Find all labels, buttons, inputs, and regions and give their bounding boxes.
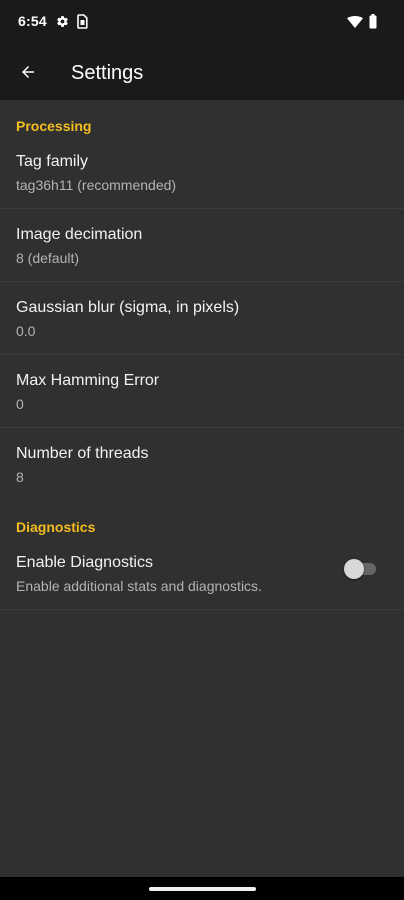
- pref-gaussian-blur[interactable]: Gaussian blur (sigma, in pixels) 0.0: [0, 299, 404, 355]
- toggle-thumb: [344, 559, 364, 579]
- pref-image-decimation[interactable]: Image decimation 8 (default): [0, 226, 404, 282]
- sim-card-icon: [77, 14, 88, 29]
- pref-title: Number of threads: [16, 445, 149, 462]
- pref-tag-family[interactable]: Tag family tag36h11 (recommended): [0, 153, 404, 209]
- pref-title: Tag family: [16, 153, 89, 170]
- pref-title: Gaussian blur (sigma, in pixels): [16, 299, 240, 316]
- app-bar: Settings: [0, 46, 404, 100]
- pref-summary: 0.0: [16, 323, 36, 339]
- pref-number-of-threads[interactable]: Number of threads 8: [0, 445, 404, 501]
- pref-summary: Enable additional stats and diagnostics.: [16, 578, 262, 594]
- pref-title: Max Hamming Error: [16, 372, 160, 389]
- status-time: 6:54: [18, 13, 47, 29]
- page-title: Settings: [71, 62, 144, 84]
- home-gesture-handle[interactable]: [149, 887, 256, 891]
- section-header-diagnostics: Diagnostics: [16, 519, 96, 535]
- pref-summary: 8 (default): [16, 250, 80, 266]
- diagnostics-toggle[interactable]: [344, 558, 378, 579]
- pref-max-hamming-error[interactable]: Max Hamming Error 0: [0, 372, 404, 428]
- pref-title: Enable Diagnostics: [16, 554, 153, 571]
- gear-icon: [57, 16, 68, 27]
- pref-enable-diagnostics[interactable]: Enable Diagnostics Enable additional sta…: [0, 554, 404, 610]
- battery-icon: [369, 14, 377, 29]
- pref-summary: tag36h11 (recommended): [16, 177, 177, 193]
- pref-title: Image decimation: [16, 226, 143, 243]
- settings-list: Processing Tag family tag36h11 (recommen…: [0, 100, 404, 877]
- back-button[interactable]: [10, 54, 46, 90]
- arrow-left-icon: [22, 66, 34, 78]
- pref-summary: 0: [16, 396, 24, 412]
- pref-summary: 8: [16, 469, 24, 485]
- status-bar: 6:54: [0, 0, 404, 46]
- section-header-processing: Processing: [16, 118, 92, 134]
- navigation-bar: [0, 877, 404, 900]
- wifi-icon: [347, 16, 363, 28]
